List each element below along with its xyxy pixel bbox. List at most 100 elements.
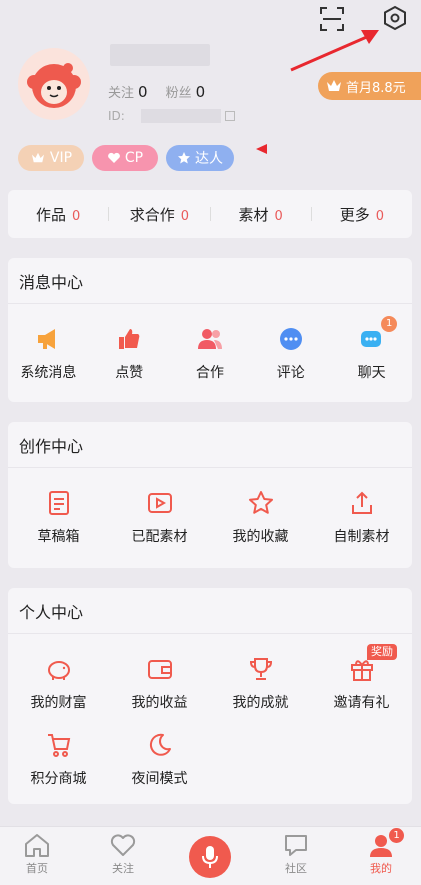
item-label: 系统消息 xyxy=(20,365,77,381)
star-icon xyxy=(178,152,190,164)
night-mode-item[interactable]: 夜间模式 xyxy=(109,730,210,788)
item-label: 点赞 xyxy=(115,365,144,381)
cp-badge[interactable]: CP xyxy=(92,145,158,171)
promo-label: 首月8.8元 xyxy=(346,80,406,96)
id-label: ID: xyxy=(108,109,125,123)
tab-home[interactable]: 首页 xyxy=(2,832,72,876)
item-label: 积分商城 xyxy=(30,771,87,787)
my-earnings-item[interactable]: 我的收益 xyxy=(109,654,210,712)
creation-center-card: 创作中心 草稿箱 已配素材 我的收藏 自制素材 xyxy=(8,422,412,568)
stat-value: 0 xyxy=(180,208,190,224)
personal-center-title: 个人中心 xyxy=(8,588,412,634)
item-label: 我的财富 xyxy=(30,695,87,711)
tab-community[interactable]: 社区 xyxy=(261,832,331,876)
points-mall-item[interactable]: 积分商城 xyxy=(8,730,109,788)
tab-label: 我的 xyxy=(370,862,392,875)
my-wealth-item[interactable]: 我的财富 xyxy=(8,654,109,712)
cooperation-item[interactable]: 合作 xyxy=(170,324,251,382)
tab-label: 社区 xyxy=(285,862,307,875)
fans-count: 0 xyxy=(195,83,206,101)
stat-value: 0 xyxy=(274,208,283,224)
trophy-icon xyxy=(249,658,272,680)
tab-follow[interactable]: 关注 xyxy=(88,832,158,876)
settings-hexagon-icon xyxy=(384,5,406,31)
record-button[interactable] xyxy=(189,836,231,878)
tab-label: 关注 xyxy=(112,862,134,875)
heart-outline-icon xyxy=(110,834,136,856)
drafts-item[interactable]: 草稿箱 xyxy=(8,488,109,546)
creation-center-title: 创作中心 xyxy=(8,422,412,468)
follow-stats[interactable]: 关注 0 粉丝 0 xyxy=(108,82,205,101)
invite-rewards-item[interactable]: 奖励 邀请有礼 xyxy=(311,644,412,712)
stat-more[interactable]: 更多 0 xyxy=(312,204,412,225)
likes-item[interactable]: 点赞 xyxy=(89,324,170,382)
star-outline-icon xyxy=(248,491,273,514)
annotation-arrow xyxy=(290,30,379,72)
wallet-icon xyxy=(147,660,172,679)
home-icon xyxy=(25,834,49,857)
fans-label: 粉丝 xyxy=(165,86,192,101)
stat-materials[interactable]: 素材 0 xyxy=(211,204,311,225)
my-achievements-item[interactable]: 我的成就 xyxy=(210,654,311,712)
matched-materials-item[interactable]: 已配素材 xyxy=(109,488,210,546)
thumbs-up-icon xyxy=(119,329,140,349)
vip-label: VIP xyxy=(49,150,73,166)
item-label: 合作 xyxy=(195,365,224,381)
item-label: 夜间模式 xyxy=(131,771,188,787)
shopping-cart-icon xyxy=(47,734,70,757)
item-label: 已配素材 xyxy=(131,529,188,545)
my-favorites-item[interactable]: 我的收藏 xyxy=(210,488,311,546)
megaphone-icon xyxy=(38,329,56,349)
custom-materials-item[interactable]: 自制素材 xyxy=(311,488,412,546)
microphone-icon xyxy=(202,846,218,868)
reward-tag: 奖励 xyxy=(367,644,397,660)
item-label: 我的成就 xyxy=(232,695,289,711)
piggy-bank-icon xyxy=(47,661,70,680)
message-center-card: 消息中心 系统消息 点赞 合作 评论 1 聊天 xyxy=(8,258,412,402)
cp-label: CP xyxy=(124,150,144,166)
me-badge: 1 xyxy=(389,828,404,843)
settings-button[interactable] xyxy=(381,4,409,32)
stat-label: 素材 xyxy=(238,205,269,224)
item-label: 我的收益 xyxy=(131,695,188,711)
item-label: 邀请有礼 xyxy=(333,695,390,711)
talent-badge[interactable]: 达人 xyxy=(166,145,234,171)
system-messages-item[interactable]: 系统消息 xyxy=(8,324,89,382)
community-bubble-icon xyxy=(285,835,307,856)
heart-icon xyxy=(108,152,120,163)
moon-icon xyxy=(149,733,171,756)
id-value-blurred xyxy=(140,109,221,123)
chat-item[interactable]: 1 聊天 xyxy=(331,316,412,382)
message-center-title: 消息中心 xyxy=(8,258,412,304)
draft-document-icon xyxy=(48,491,69,515)
chat-icon xyxy=(360,331,381,347)
annotation-pointer xyxy=(256,144,267,154)
tab-me[interactable]: 我的 1 xyxy=(346,828,416,876)
item-label: 自制素材 xyxy=(333,529,390,545)
comments-item[interactable]: 评论 xyxy=(250,324,331,382)
avatar[interactable] xyxy=(18,48,90,120)
stat-works[interactable]: 作品 0 xyxy=(8,204,108,225)
item-label: 我的收藏 xyxy=(232,529,289,545)
talent-label: 达人 xyxy=(195,151,223,167)
user-id: ID: xyxy=(108,109,235,123)
following-count: 0 xyxy=(138,83,148,101)
comment-bubble-icon xyxy=(279,328,302,350)
promo-button[interactable]: 首月8.8元 xyxy=(318,72,421,100)
vip-badge[interactable]: VIP xyxy=(18,145,84,171)
copy-icon[interactable] xyxy=(224,111,235,121)
stats-card: 作品 0 求合作 0 素材 0 更多 0 xyxy=(8,190,412,238)
stat-label: 作品 xyxy=(35,205,66,224)
video-play-icon xyxy=(147,493,172,513)
stat-cooperation[interactable]: 求合作 0 xyxy=(109,204,209,225)
personal-center-card: 个人中心 我的财富 我的收益 我的成就 奖励 邀请有礼 积分商城 夜间模式 xyxy=(8,588,412,804)
username-blurred xyxy=(110,44,210,66)
chat-badge: 1 xyxy=(381,316,398,332)
crown-icon xyxy=(31,152,44,163)
upload-icon xyxy=(351,491,372,514)
item-label: 评论 xyxy=(276,365,305,381)
users-icon xyxy=(197,329,222,349)
stat-value: 0 xyxy=(375,208,385,224)
stat-label: 更多 xyxy=(339,205,370,224)
crown-icon xyxy=(327,80,341,91)
